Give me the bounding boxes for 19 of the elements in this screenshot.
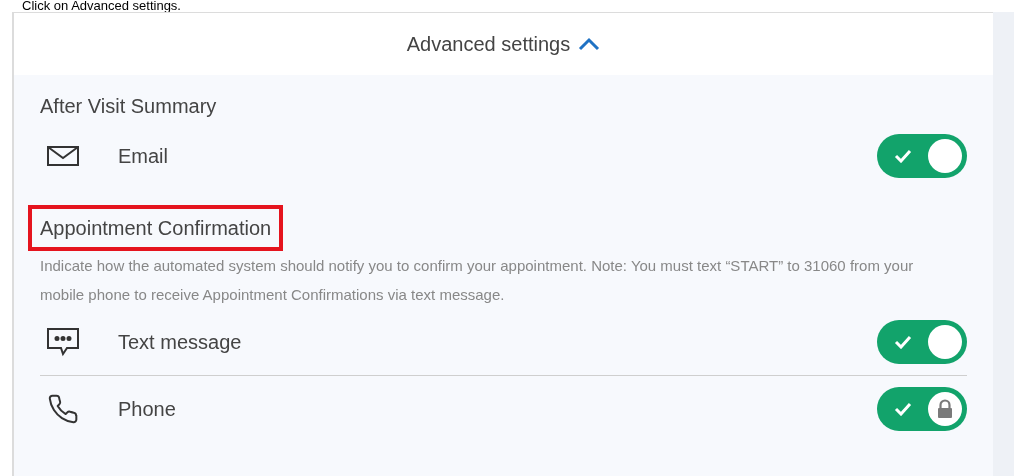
check-icon [894, 335, 912, 349]
toggle-switch[interactable] [877, 134, 967, 178]
instruction-text: Click on Advanced settings. [21, 0, 182, 12]
toggle-switch[interactable] [877, 320, 967, 364]
section-heading: Appointment Confirmation [28, 205, 284, 251]
option-label: Text message [118, 330, 242, 355]
check-icon [894, 149, 912, 163]
envelope-icon [46, 145, 80, 167]
chevron-up-icon [578, 37, 601, 51]
advanced-settings-toggle[interactable]: Advanced settings [406, 29, 601, 59]
check-icon [894, 401, 912, 416]
phone-icon [46, 392, 80, 425]
chat-bubble-icon [46, 327, 80, 357]
section-heading: After Visit Summary [40, 94, 217, 119]
toggle-switch[interactable] [877, 386, 967, 431]
section-description: Indicate how the automated system should notify you to confirm your appointment. Note: You must text “START” to 31060 from your mobile phone to receive Appointment Confirmations via text message. [40, 256, 915, 305]
lock-icon [936, 398, 954, 419]
option-label: Email [118, 144, 168, 169]
option-label: Phone [118, 396, 176, 422]
